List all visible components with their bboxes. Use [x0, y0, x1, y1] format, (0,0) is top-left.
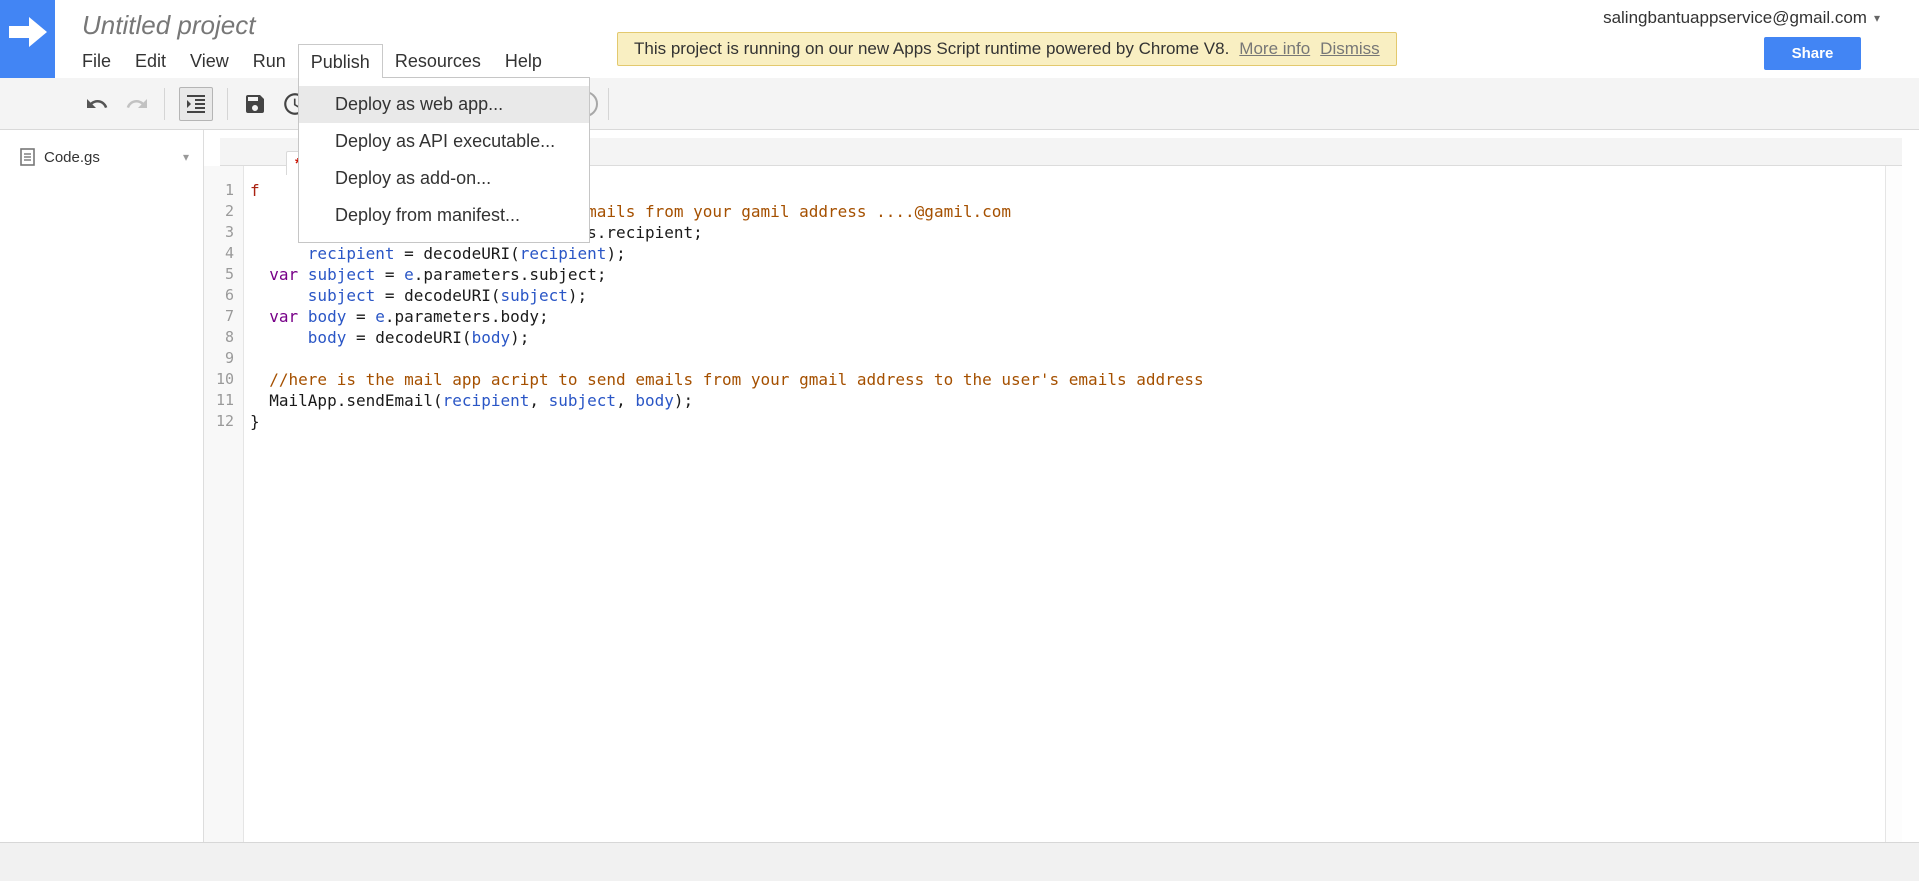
- line-number-gutter: 1 2 3 4 5 6 7 8 9 10 11 12: [204, 166, 244, 842]
- more-info-link[interactable]: More info: [1239, 39, 1310, 59]
- runtime-banner: This project is running on our new Apps …: [617, 32, 1397, 66]
- undo-icon[interactable]: [84, 91, 110, 117]
- code-line: recipient = decodeURI(recipient);: [307, 244, 626, 263]
- line-number: 12: [215, 412, 234, 430]
- code-line: //here is the mail app acript to send em…: [269, 370, 1204, 389]
- line-number: 11: [215, 391, 234, 409]
- menu-item-deploy-as-add-on[interactable]: Deploy as add-on...: [299, 160, 589, 197]
- account-email: salingbantuappservice@gmail.com: [1603, 8, 1867, 27]
- bottom-status-bar: [0, 842, 1919, 881]
- menu-item-deploy-as-web-app[interactable]: Deploy as web app...: [299, 86, 589, 123]
- save-icon[interactable]: [242, 91, 268, 117]
- account-menu[interactable]: salingbantuappservice@gmail.com ▾: [1603, 8, 1880, 28]
- menu-item-deploy-as-api-executable[interactable]: Deploy as API executable...: [299, 123, 589, 160]
- menu-edit[interactable]: Edit: [123, 44, 178, 78]
- line-number: 8: [224, 328, 234, 346]
- indent-icon: [187, 94, 205, 113]
- header: Untitled project File Edit View Run Publish R…: [0, 0, 1919, 78]
- line-number: 7: [224, 307, 234, 325]
- script-file-icon: [20, 148, 35, 166]
- line-number: 4: [224, 244, 234, 262]
- line-number: 3: [224, 223, 234, 241]
- code-line: MailApp.sendEmail(recipient, subject, bo…: [269, 391, 694, 410]
- menubar: File Edit View Run Publish Resources Help: [70, 44, 554, 78]
- files-sidebar: Code.gs ▾: [0, 130, 204, 842]
- code-line: subject = decodeURI(subject);: [307, 286, 588, 305]
- line-number: 10: [215, 370, 234, 388]
- sidebar-item-code-gs[interactable]: Code.gs ▾: [0, 142, 203, 172]
- redo-icon: [124, 91, 150, 117]
- menu-help[interactable]: Help: [493, 44, 554, 78]
- menu-resources[interactable]: Resources: [383, 44, 493, 78]
- toolbar-divider: [608, 88, 609, 120]
- code-line: }: [250, 412, 260, 431]
- toolbar-divider: [227, 87, 228, 120]
- apps-script-logo: [0, 0, 55, 78]
- banner-text: This project is running on our new Apps …: [634, 39, 1230, 58]
- code-line: var subject = e.parameters.subject;: [269, 265, 607, 284]
- menu-view[interactable]: View: [178, 44, 241, 78]
- vertical-scrollbar[interactable]: [1885, 166, 1902, 842]
- dismiss-link[interactable]: Dismiss: [1320, 39, 1380, 59]
- share-button[interactable]: Share: [1764, 37, 1861, 70]
- line-number: 5: [224, 265, 234, 283]
- chevron-down-icon[interactable]: ▾: [183, 150, 189, 164]
- code-line: var body = e.parameters.body;: [269, 307, 549, 326]
- file-name: Code.gs: [44, 148, 100, 166]
- chevron-down-icon: ▾: [1873, 11, 1880, 25]
- menu-run[interactable]: Run: [241, 44, 298, 78]
- code-line: body = decodeURI(body);: [307, 328, 530, 347]
- toolbar: [0, 78, 1919, 130]
- apps-script-editor-window: Untitled project File Edit View Run Publish R…: [0, 0, 1919, 881]
- line-number: 1: [224, 181, 234, 199]
- menu-file[interactable]: File: [70, 44, 123, 78]
- line-number: 2: [224, 202, 234, 220]
- menu-item-deploy-from-manifest[interactable]: Deploy from manifest...: [299, 197, 589, 234]
- arrow-logo-icon: [9, 17, 47, 47]
- menu-publish[interactable]: Publish: [297, 44, 383, 78]
- toolbar-divider: [164, 87, 165, 120]
- code-area[interactable]: f mails from your gamil address ....@gam…: [245, 166, 1885, 842]
- line-number: 6: [224, 286, 234, 304]
- line-number: 9: [224, 349, 234, 367]
- publish-dropdown-menu: Deploy as web app... Deploy as API execut…: [298, 77, 590, 243]
- project-title[interactable]: Untitled project: [82, 10, 255, 41]
- indentation-button[interactable]: [179, 86, 213, 121]
